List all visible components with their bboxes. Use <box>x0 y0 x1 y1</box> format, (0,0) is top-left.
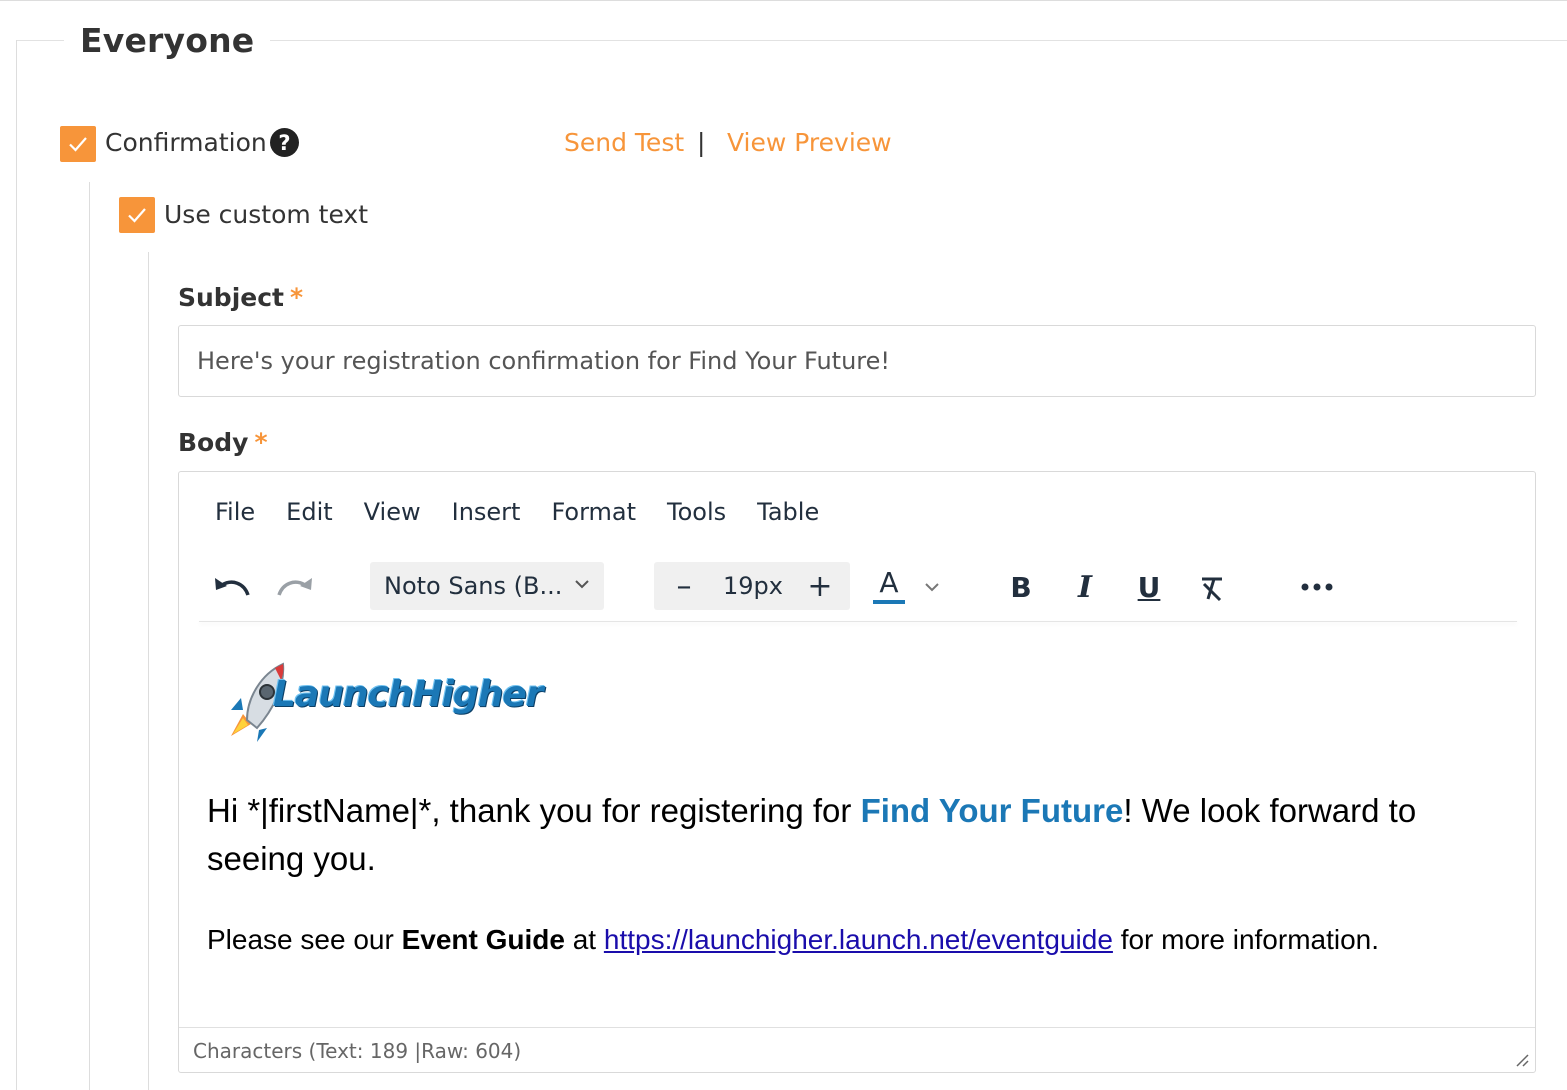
redo-button[interactable] <box>272 566 318 606</box>
redo-icon <box>277 578 312 596</box>
font-family-value: Noto Sans (B... <box>384 572 563 600</box>
editor-statusbar: Characters (Text: 189 |Raw: 604) <box>179 1027 1535 1073</box>
text-color-button[interactable]: A <box>869 564 909 608</box>
send-test-link[interactable]: Send Test <box>564 128 684 157</box>
menu-table[interactable]: Table <box>757 498 819 526</box>
bold-button[interactable]: B <box>1001 566 1041 608</box>
text-color-dropdown[interactable] <box>919 572 945 602</box>
nest-guide-level-1 <box>89 182 90 1090</box>
editor-toolbar: Noto Sans (B... – 19px + A B I U <box>179 556 1535 622</box>
custom-text-label: Use custom text <box>164 200 369 229</box>
font-size-decrease-button[interactable]: – <box>664 562 704 610</box>
clear-formatting-button[interactable] <box>1192 568 1232 608</box>
menu-format[interactable]: Format <box>551 498 636 526</box>
nest-guide-level-2 <box>148 252 149 1090</box>
font-size-increase-button[interactable]: + <box>800 562 840 610</box>
clear-formatting-icon <box>1202 577 1222 602</box>
top-border <box>0 0 1567 1</box>
font-size-value[interactable]: 19px <box>714 562 792 610</box>
text-color-swatch <box>873 600 905 604</box>
italic-button[interactable]: I <box>1065 566 1105 608</box>
event-name: Find Your Future <box>860 792 1124 829</box>
character-count: Characters (Text: 189 |Raw: 604) <box>193 1038 522 1063</box>
guide-suffix: for more information. <box>1112 924 1380 955</box>
logo-text: LaunchHigher <box>273 674 543 715</box>
rich-text-editor[interactable]: File Edit View Insert Format Tools Table… <box>178 471 1536 1073</box>
link-separator: | <box>697 128 706 157</box>
font-family-select[interactable]: Noto Sans (B... <box>370 562 604 610</box>
event-guide-link[interactable]: https://launchigher.launch.net/eventguid… <box>604 924 1113 955</box>
check-icon <box>128 208 146 223</box>
more-button[interactable] <box>1295 566 1339 608</box>
view-preview-link[interactable]: View Preview <box>727 128 892 157</box>
subject-label-text: Subject <box>178 283 284 312</box>
menu-file[interactable]: File <box>215 498 255 526</box>
menu-insert[interactable]: Insert <box>452 498 521 526</box>
chevron-down-icon <box>575 580 589 589</box>
editor-menubar: File Edit View Insert Format Tools Table <box>215 498 819 526</box>
confirmation-checkbox[interactable] <box>60 126 96 162</box>
subject-input[interactable]: Here's your registration confirmation fo… <box>178 325 1536 397</box>
body-label-text: Body <box>178 428 249 457</box>
subject-label: Subject * <box>178 283 303 312</box>
required-mark: * <box>254 428 268 457</box>
text-color-letter: A <box>879 566 899 599</box>
menu-view[interactable]: View <box>364 498 421 526</box>
more-horizontal-icon <box>1301 583 1333 591</box>
body-label: Body * <box>178 428 268 457</box>
undo-button[interactable] <box>209 566 255 606</box>
guide-paragraph: Please see our Event Guide at https://la… <box>207 920 1507 960</box>
toolbar-divider <box>199 621 1517 622</box>
menu-edit[interactable]: Edit <box>286 498 332 526</box>
fieldset-left-border <box>16 40 17 1090</box>
required-mark: * <box>290 283 304 312</box>
guide-prefix: Please see our <box>207 924 402 955</box>
custom-text-checkbox[interactable] <box>119 197 155 233</box>
menu-tools[interactable]: Tools <box>667 498 726 526</box>
undo-icon <box>215 578 250 596</box>
chevron-down-icon <box>925 583 939 592</box>
confirmation-label: Confirmation <box>105 128 267 157</box>
guide-bold: Event Guide <box>401 924 565 955</box>
check-icon <box>69 137 87 152</box>
greeting-prefix: Hi *|firstName|*, thank you for register… <box>207 792 861 829</box>
greeting-paragraph: Hi *|firstName|*, thank you for register… <box>207 787 1507 883</box>
launchhigher-logo: LaunchHigher <box>217 658 543 742</box>
question-circle-icon[interactable]: ? <box>270 128 299 157</box>
guide-middle: at <box>564 924 604 955</box>
font-size-stepper: – 19px + <box>654 562 850 610</box>
underline-button[interactable]: U <box>1129 566 1169 608</box>
resize-handle-icon[interactable] <box>1513 1051 1529 1067</box>
section-title: Everyone <box>64 14 271 68</box>
